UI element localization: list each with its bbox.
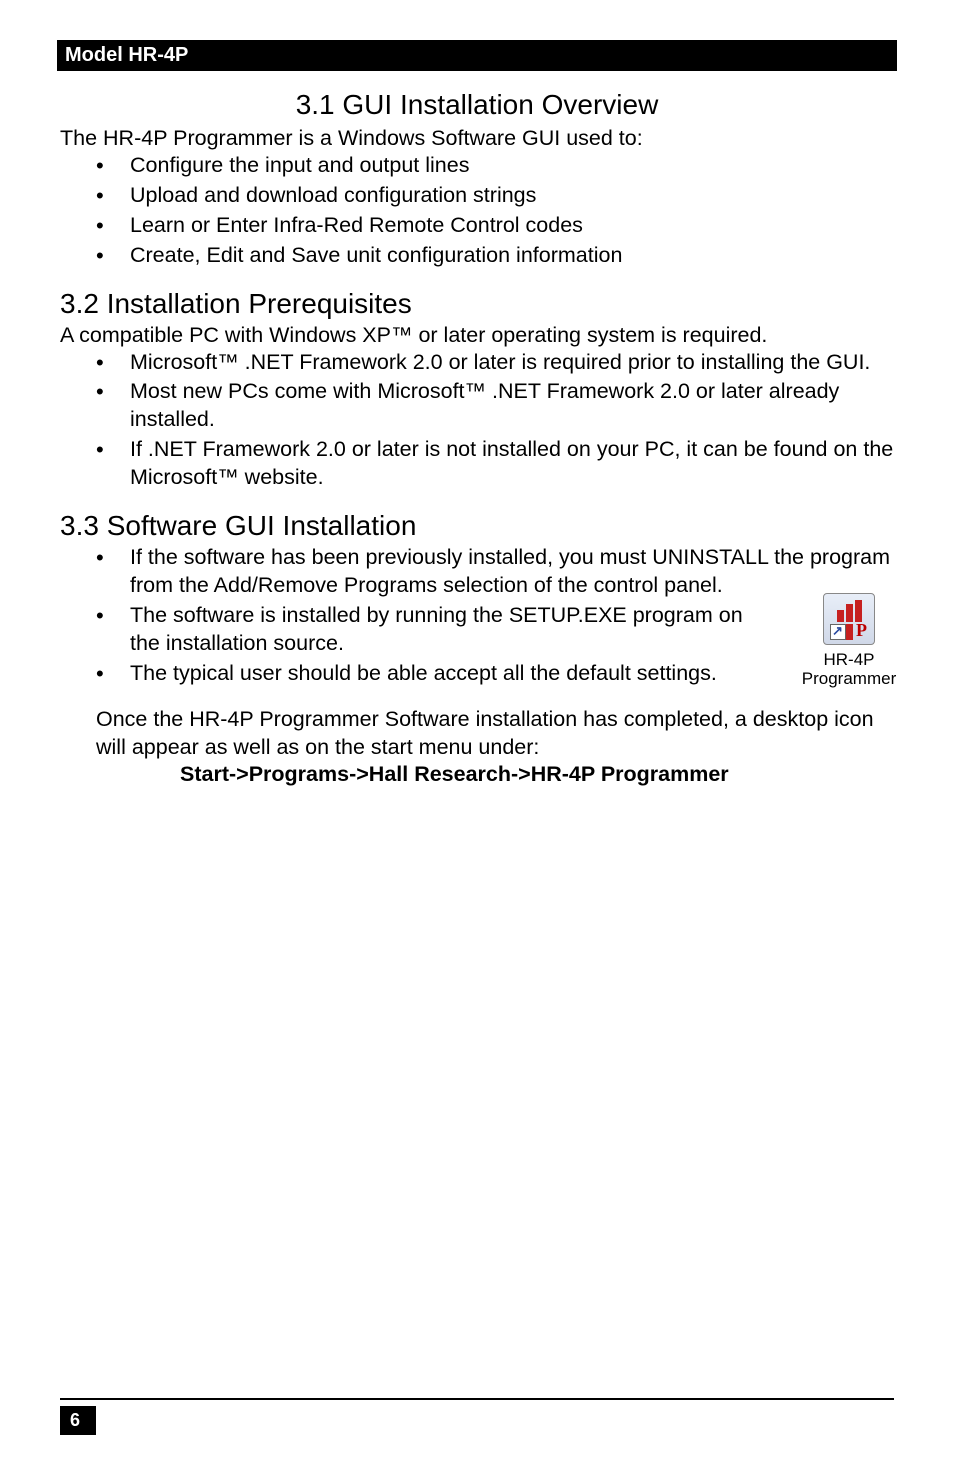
list-item: If the software has been previously inst… (130, 544, 894, 600)
desktop-shortcut-preview: P HR-4P Programmer (794, 593, 904, 688)
list-item: If .NET Framework 2.0 or later is not in… (130, 436, 894, 492)
list-item: Configure the input and output lines (130, 152, 894, 180)
section-3-1-list: Configure the input and output lines Upl… (60, 152, 894, 270)
list-item: Create, Edit and Save unit configuration… (130, 242, 894, 270)
section-3-3-title: 3.3 Software GUI Installation (60, 510, 894, 542)
list-item: The software is installed by running the… (130, 602, 760, 658)
section-3-3-list: If the software has been previously inst… (60, 544, 894, 688)
section-3-1-title: 3.1 GUI Installation Overview (60, 89, 894, 121)
list-item: Most new PCs come with Microsoft™ .NET F… (130, 378, 894, 434)
section-3-1-intro: The HR-4P Programmer is a Windows Softwa… (60, 125, 894, 152)
list-item: Upload and download configuration string… (130, 182, 894, 210)
list-item: Microsoft™ .NET Framework 2.0 or later i… (130, 349, 894, 377)
section-3-2-list: Microsoft™ .NET Framework 2.0 or later i… (60, 349, 894, 493)
start-menu-path: Start->Programs->Hall Research->HR-4P Pr… (180, 762, 894, 787)
page-footer: 6 (60, 1398, 894, 1435)
model-label: Model HR-4P (65, 44, 188, 66)
list-item: Learn or Enter Infra-Red Remote Control … (130, 212, 894, 240)
section-3-2-intro: A compatible PC with Windows XP™ or late… (60, 322, 894, 349)
section-3-2-title: 3.2 Installation Prerequisites (60, 288, 894, 320)
document-header: Model HR-4P (57, 40, 897, 71)
section-3-3-after: Once the HR-4P Programmer Software insta… (96, 706, 894, 762)
list-item: The typical user should be able accept a… (130, 660, 760, 688)
icon-caption-line1: HR-4P (794, 651, 904, 670)
page-number: 6 (60, 1406, 96, 1435)
hr4p-programmer-icon: P (823, 593, 875, 645)
shortcut-arrow-icon (830, 624, 846, 640)
icon-caption-line2: Programmer (794, 670, 904, 689)
